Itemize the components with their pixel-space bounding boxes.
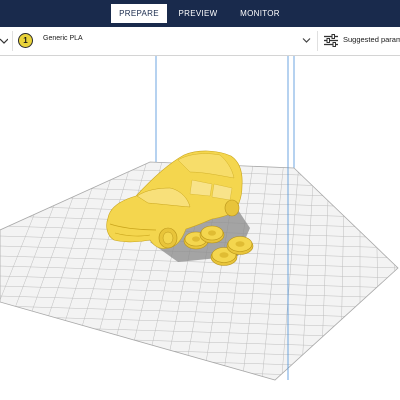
material-selector-label[interactable]: Generic PLA bbox=[43, 35, 83, 42]
chevron-down-icon[interactable] bbox=[0, 36, 8, 46]
print-settings-label[interactable]: Suggested param bbox=[343, 35, 400, 44]
tab-monitor[interactable]: MONITOR bbox=[232, 4, 288, 23]
toolbar-divider bbox=[317, 31, 318, 51]
toolbar-divider bbox=[12, 31, 13, 51]
stage-menu-bar: PREPARE PREVIEW MONITOR bbox=[0, 0, 400, 27]
tab-prepare[interactable]: PREPARE bbox=[111, 4, 167, 23]
chevron-down-icon[interactable] bbox=[302, 37, 311, 44]
sliders-icon[interactable] bbox=[324, 34, 338, 47]
tab-preview[interactable]: PREVIEW bbox=[170, 4, 226, 23]
printer-toolbar: 1 Generic PLA Suggested param bbox=[0, 27, 400, 56]
wheel-model[interactable] bbox=[199, 225, 225, 244]
extruder-number-badge[interactable]: 1 bbox=[18, 33, 33, 48]
wheel-model[interactable] bbox=[226, 236, 254, 255]
3d-viewport[interactable] bbox=[0, 56, 400, 400]
